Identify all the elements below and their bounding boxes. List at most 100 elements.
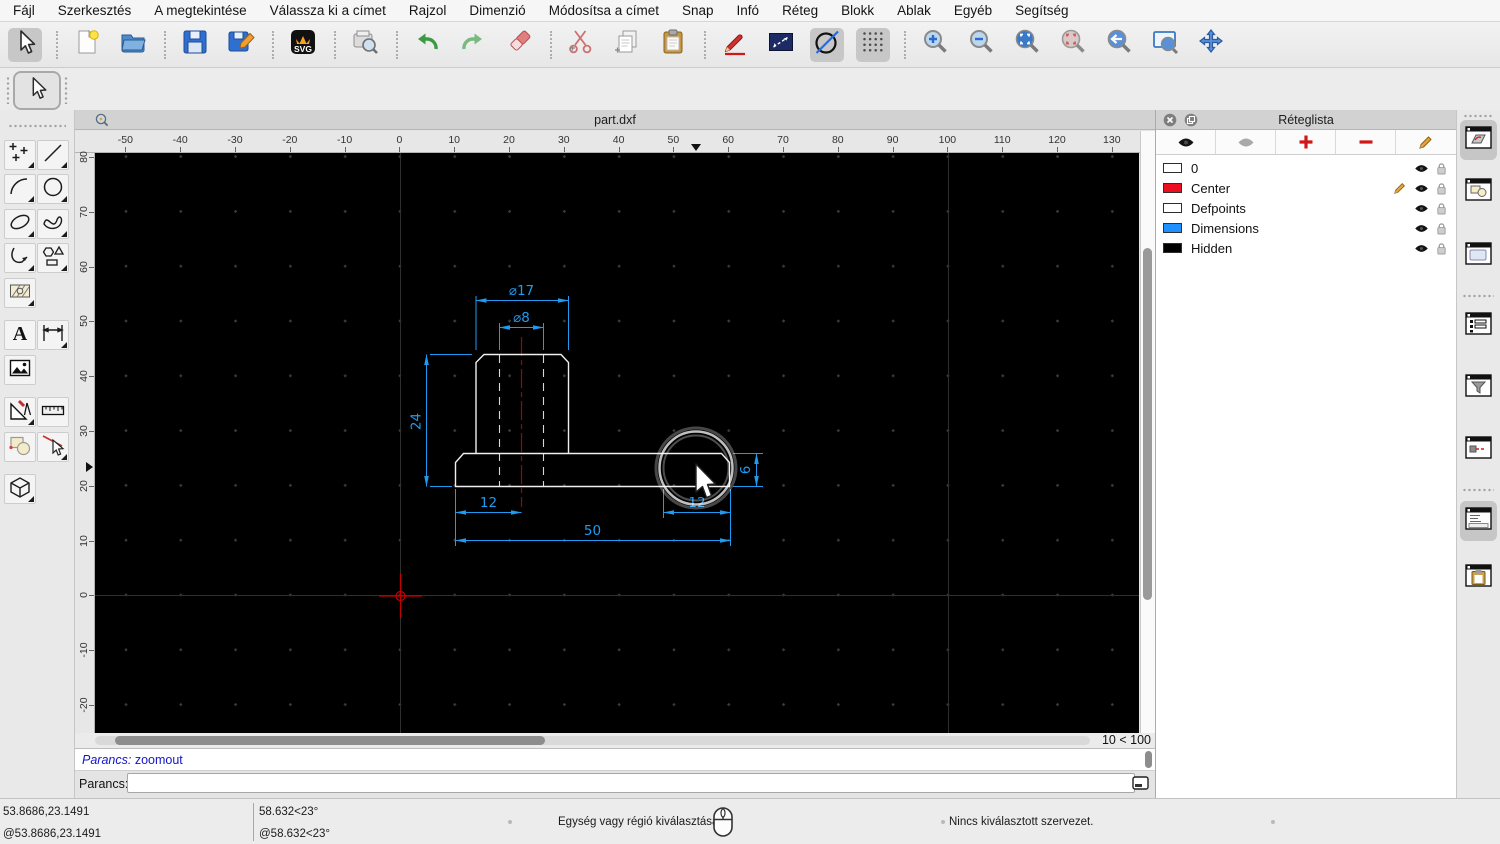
menu-item-blokk[interactable]: Blokk (841, 3, 874, 18)
deselect-tool-button[interactable] (37, 432, 69, 462)
cut-button[interactable] (564, 28, 598, 62)
save-button[interactable] (178, 28, 212, 62)
layer-lock-icon[interactable] (1436, 162, 1447, 175)
layer-lock-icon[interactable] (1436, 182, 1447, 195)
drawing-canvas[interactable]: ⌀17 ⌀8 24 6 12 12 50 (95, 153, 1139, 733)
text-tool-button[interactable]: A (4, 320, 36, 350)
isometric-tool-button[interactable] (4, 474, 36, 504)
zoom-previous-button[interactable] (1102, 28, 1136, 62)
layer-row[interactable]: Dimensions (1156, 218, 1456, 238)
layer-list-dock-button[interactable] (1460, 120, 1497, 160)
entity-list-dock-button[interactable] (1460, 306, 1497, 346)
filter-dock-button[interactable] (1460, 368, 1497, 408)
layer-color-swatch[interactable] (1163, 183, 1182, 193)
menu-item-seg-ts-g[interactable]: Segítség (1015, 3, 1068, 18)
dock-handle[interactable] (1463, 114, 1493, 118)
remove-layer-button[interactable] (1336, 130, 1396, 154)
menu-item-egy-b[interactable]: Egyéb (954, 3, 992, 18)
redo-button[interactable] (456, 28, 490, 62)
line-tool-button[interactable] (37, 140, 69, 170)
layer-color-swatch[interactable] (1163, 223, 1182, 233)
menu-item-inf-[interactable]: Infó (737, 3, 760, 18)
layer-visibility-icon[interactable] (1414, 243, 1429, 254)
layer-visibility-icon[interactable] (1414, 163, 1429, 174)
dimension-tool-button[interactable] (37, 320, 69, 350)
arc-tool-button[interactable] (4, 174, 36, 204)
toolbar-handle[interactable] (64, 76, 68, 104)
dimensions[interactable] (424, 296, 764, 546)
palette-handle[interactable] (8, 124, 66, 128)
zoom-in-button[interactable] (918, 28, 952, 62)
pen-palette-dock-button[interactable] (1460, 430, 1497, 470)
layer-row[interactable]: Center (1156, 178, 1456, 198)
layer-row[interactable]: Hidden (1156, 238, 1456, 258)
layer-color-swatch[interactable] (1163, 203, 1182, 213)
menu-item-rajzol[interactable]: Rajzol (409, 3, 447, 18)
menu-item-a-megtekint-se[interactable]: A megtekintése (154, 3, 246, 18)
image-tool-button[interactable] (4, 355, 36, 385)
toolbar-handle[interactable] (6, 76, 10, 104)
polygon-tool-button[interactable] (37, 243, 69, 273)
edit-entity-button[interactable] (718, 28, 752, 62)
zoom-window-button[interactable] (1148, 28, 1182, 62)
layer-lock-icon[interactable] (1436, 242, 1447, 255)
layer-visibility-icon[interactable] (1414, 183, 1429, 194)
clipboard-dock-button[interactable] (1460, 558, 1497, 598)
part-outline[interactable] (454, 353, 731, 488)
paste-button[interactable] (656, 28, 690, 62)
save-as-button[interactable] (224, 28, 258, 62)
layer-visibility-icon[interactable] (1414, 203, 1429, 214)
block-list-dock-button[interactable] (1460, 172, 1497, 212)
grid-toggle[interactable] (856, 27, 890, 62)
polyline-tool-button[interactable] (4, 243, 36, 273)
menu-item-m-dos-tsa-a-c-met[interactable]: Módosítsa a címet (549, 3, 659, 18)
menu-item-snap[interactable]: Snap (682, 3, 714, 18)
menu-item-dimenzi-[interactable]: Dimenzió (469, 3, 525, 18)
layer-row[interactable]: Defpoints (1156, 198, 1456, 218)
menu-item-szerkeszt-s[interactable]: Szerkesztés (58, 3, 132, 18)
current-tool-select-button[interactable] (13, 71, 61, 110)
layer-color-swatch[interactable] (1163, 243, 1182, 253)
horizontal-scrollbar[interactable] (95, 736, 1090, 745)
edit-layer-button[interactable] (1396, 130, 1456, 154)
explode-tool-button[interactable] (4, 432, 36, 462)
pan-button[interactable] (1194, 28, 1228, 62)
vertical-scrollbar-thumb[interactable] (1143, 248, 1152, 600)
spline-tool-button[interactable] (37, 209, 69, 239)
keyboard-focus-button[interactable] (1131, 775, 1150, 791)
command-widget-dock-button[interactable] (1460, 501, 1497, 541)
horizontal-scrollbar-thumb[interactable] (115, 736, 545, 745)
layer-lock-icon[interactable] (1436, 202, 1447, 215)
open-file-button[interactable] (116, 28, 150, 62)
modify-tool-button[interactable] (4, 397, 36, 427)
selection-window-button[interactable] (764, 28, 798, 62)
select-tool-button[interactable] (8, 27, 42, 62)
zoom-selection-button[interactable] (1056, 28, 1090, 62)
hatch-tool-button[interactable] (4, 278, 36, 308)
new-document-button[interactable] (70, 28, 104, 62)
copy-button[interactable] (610, 28, 644, 62)
layer-lock-icon[interactable] (1436, 222, 1447, 235)
circle-tool-button[interactable] (37, 174, 69, 204)
menu-item-ablak[interactable]: Ablak (897, 3, 931, 18)
menu-item-v-lassza-ki-a-c-met[interactable]: Válassza ki a címet (270, 3, 386, 18)
document-tab-title[interactable]: part.dxf (75, 113, 1155, 127)
layer-color-swatch[interactable] (1163, 163, 1182, 173)
points-tool-button[interactable] (4, 140, 36, 170)
ellipse-tool-button[interactable] (4, 209, 36, 239)
delete-button[interactable] (502, 28, 536, 62)
add-layer-button[interactable] (1276, 130, 1336, 154)
library-browser-dock-button[interactable] (1460, 236, 1497, 276)
layer-row[interactable]: 0 (1156, 158, 1456, 178)
menu-item-f-jl[interactable]: Fájl (13, 3, 35, 18)
draft-mode-toggle[interactable] (810, 27, 844, 62)
zoom-out-button[interactable] (964, 28, 998, 62)
print-preview-button[interactable] (348, 28, 382, 62)
hide-all-layers-button[interactable] (1216, 130, 1276, 154)
svg-export-button[interactable]: SVG (286, 28, 320, 62)
undo-button[interactable] (410, 28, 444, 62)
vertical-scrollbar[interactable] (1140, 131, 1155, 733)
measure-tool-button[interactable] (37, 397, 69, 427)
panel-title[interactable]: Réteglista (1156, 113, 1456, 127)
layer-visibility-icon[interactable] (1414, 223, 1429, 234)
